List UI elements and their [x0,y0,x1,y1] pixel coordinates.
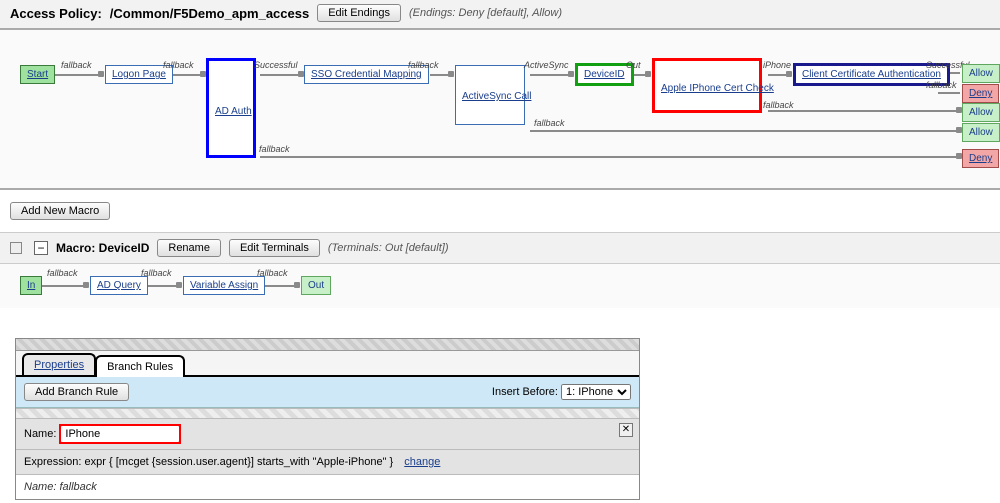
rename-button[interactable]: Rename [157,239,221,257]
edit-terminals-button[interactable]: Edit Terminals [229,239,320,257]
fallback-row: Name: fallback [16,475,639,499]
macro-out-node[interactable]: Out [301,276,331,295]
panel-divider [16,408,639,418]
start-node[interactable]: Start [20,65,55,84]
branch-toolbar: Add Branch Rule Insert Before: 1: IPhone [16,377,639,408]
allow-node-1[interactable]: Allow [962,64,1000,83]
macro-icon [10,242,22,254]
allow-node-2[interactable]: Allow [962,103,1000,122]
expression-label: Expression: [24,456,81,468]
add-branch-rule-button[interactable]: Add Branch Rule [24,383,129,401]
terminals-hint: (Terminals: Out [default]) [328,242,449,254]
edge-label-fallback-2: fallback [162,60,195,70]
edge-label-fallback-as: fallback [533,118,566,128]
expression-value: expr { [mcget {session.user.agent}] star… [85,456,394,468]
macro-title: Macro: DeviceID [56,241,149,255]
macro-header: − Macro: DeviceID Rename Edit Terminals … [0,232,1000,264]
edge-label-fallback: fallback [60,60,93,70]
edge-label-fallback-apple: fallback [762,100,795,110]
ad-auth-node[interactable]: AD Auth [206,58,256,158]
edge-label-out: Out [625,60,642,70]
add-new-macro-button[interactable]: Add New Macro [10,202,110,220]
insert-before-group: Insert Before: 1: IPhone [492,384,631,400]
deny-node-1[interactable]: Deny [962,84,999,103]
activesync-call-node[interactable]: ActiveSync Call [455,65,525,125]
edge-label-fallback-cc: fallback [925,80,958,90]
apple-iphone-cert-node[interactable]: Apple IPhone Cert Check [652,58,762,113]
branch-rules-panel: Properties Branch Rules Add Branch Rule … [15,338,640,500]
rule-name-input[interactable] [60,425,180,443]
rule-name-row: Name: ✕ [16,418,639,450]
change-link[interactable]: change [404,456,440,468]
deny-node-2[interactable]: Deny [962,149,999,168]
edit-endings-button[interactable]: Edit Endings [317,4,401,22]
allow-node-3[interactable]: Allow [962,123,1000,142]
insert-before-select[interactable]: 1: IPhone [561,384,631,400]
policy-name: /Common/F5Demo_apm_access [110,6,309,21]
add-macro-row: Add New Macro [0,190,1000,232]
insert-before-label: Insert Before: [492,386,558,398]
macro-fallback-1: fallback [46,268,79,278]
ad-query-node[interactable]: AD Query [90,276,148,295]
tab-branch-rules[interactable]: Branch Rules [95,355,185,377]
edge-label-successful: Successful [253,60,299,70]
panel-tabs: Properties Branch Rules [16,351,639,377]
tab-properties[interactable]: Properties [22,353,96,375]
edge-label-fallback-ad: fallback [258,144,291,154]
macro-fallback-2: fallback [140,268,173,278]
access-policy-flow: Start fallback Logon Page fallback AD Au… [0,30,1000,190]
macro-flow: In fallback AD Query fallback Variable A… [0,264,1000,308]
edge-label-iphone: iPhone [762,60,792,70]
panel-drag-header[interactable] [16,339,639,351]
rule-close-button[interactable]: ✕ [619,423,633,437]
endings-hint: (Endings: Deny [default], Allow) [409,7,562,19]
macro-fallback-3: fallback [256,268,289,278]
name-label: Name: [24,428,56,440]
edge-label-fallback-3: fallback [407,60,440,70]
policy-title-label: Access Policy: [10,6,102,21]
edge-label-activesync: ActiveSync [523,60,570,70]
variable-assign-node[interactable]: Variable Assign [183,276,265,295]
collapse-toggle[interactable]: − [34,241,48,255]
rule-expression-row: Expression: expr { [mcget {session.user.… [16,450,639,475]
macro-in-node[interactable]: In [20,276,42,295]
policy-header: Access Policy: /Common/F5Demo_apm_access… [0,0,1000,30]
